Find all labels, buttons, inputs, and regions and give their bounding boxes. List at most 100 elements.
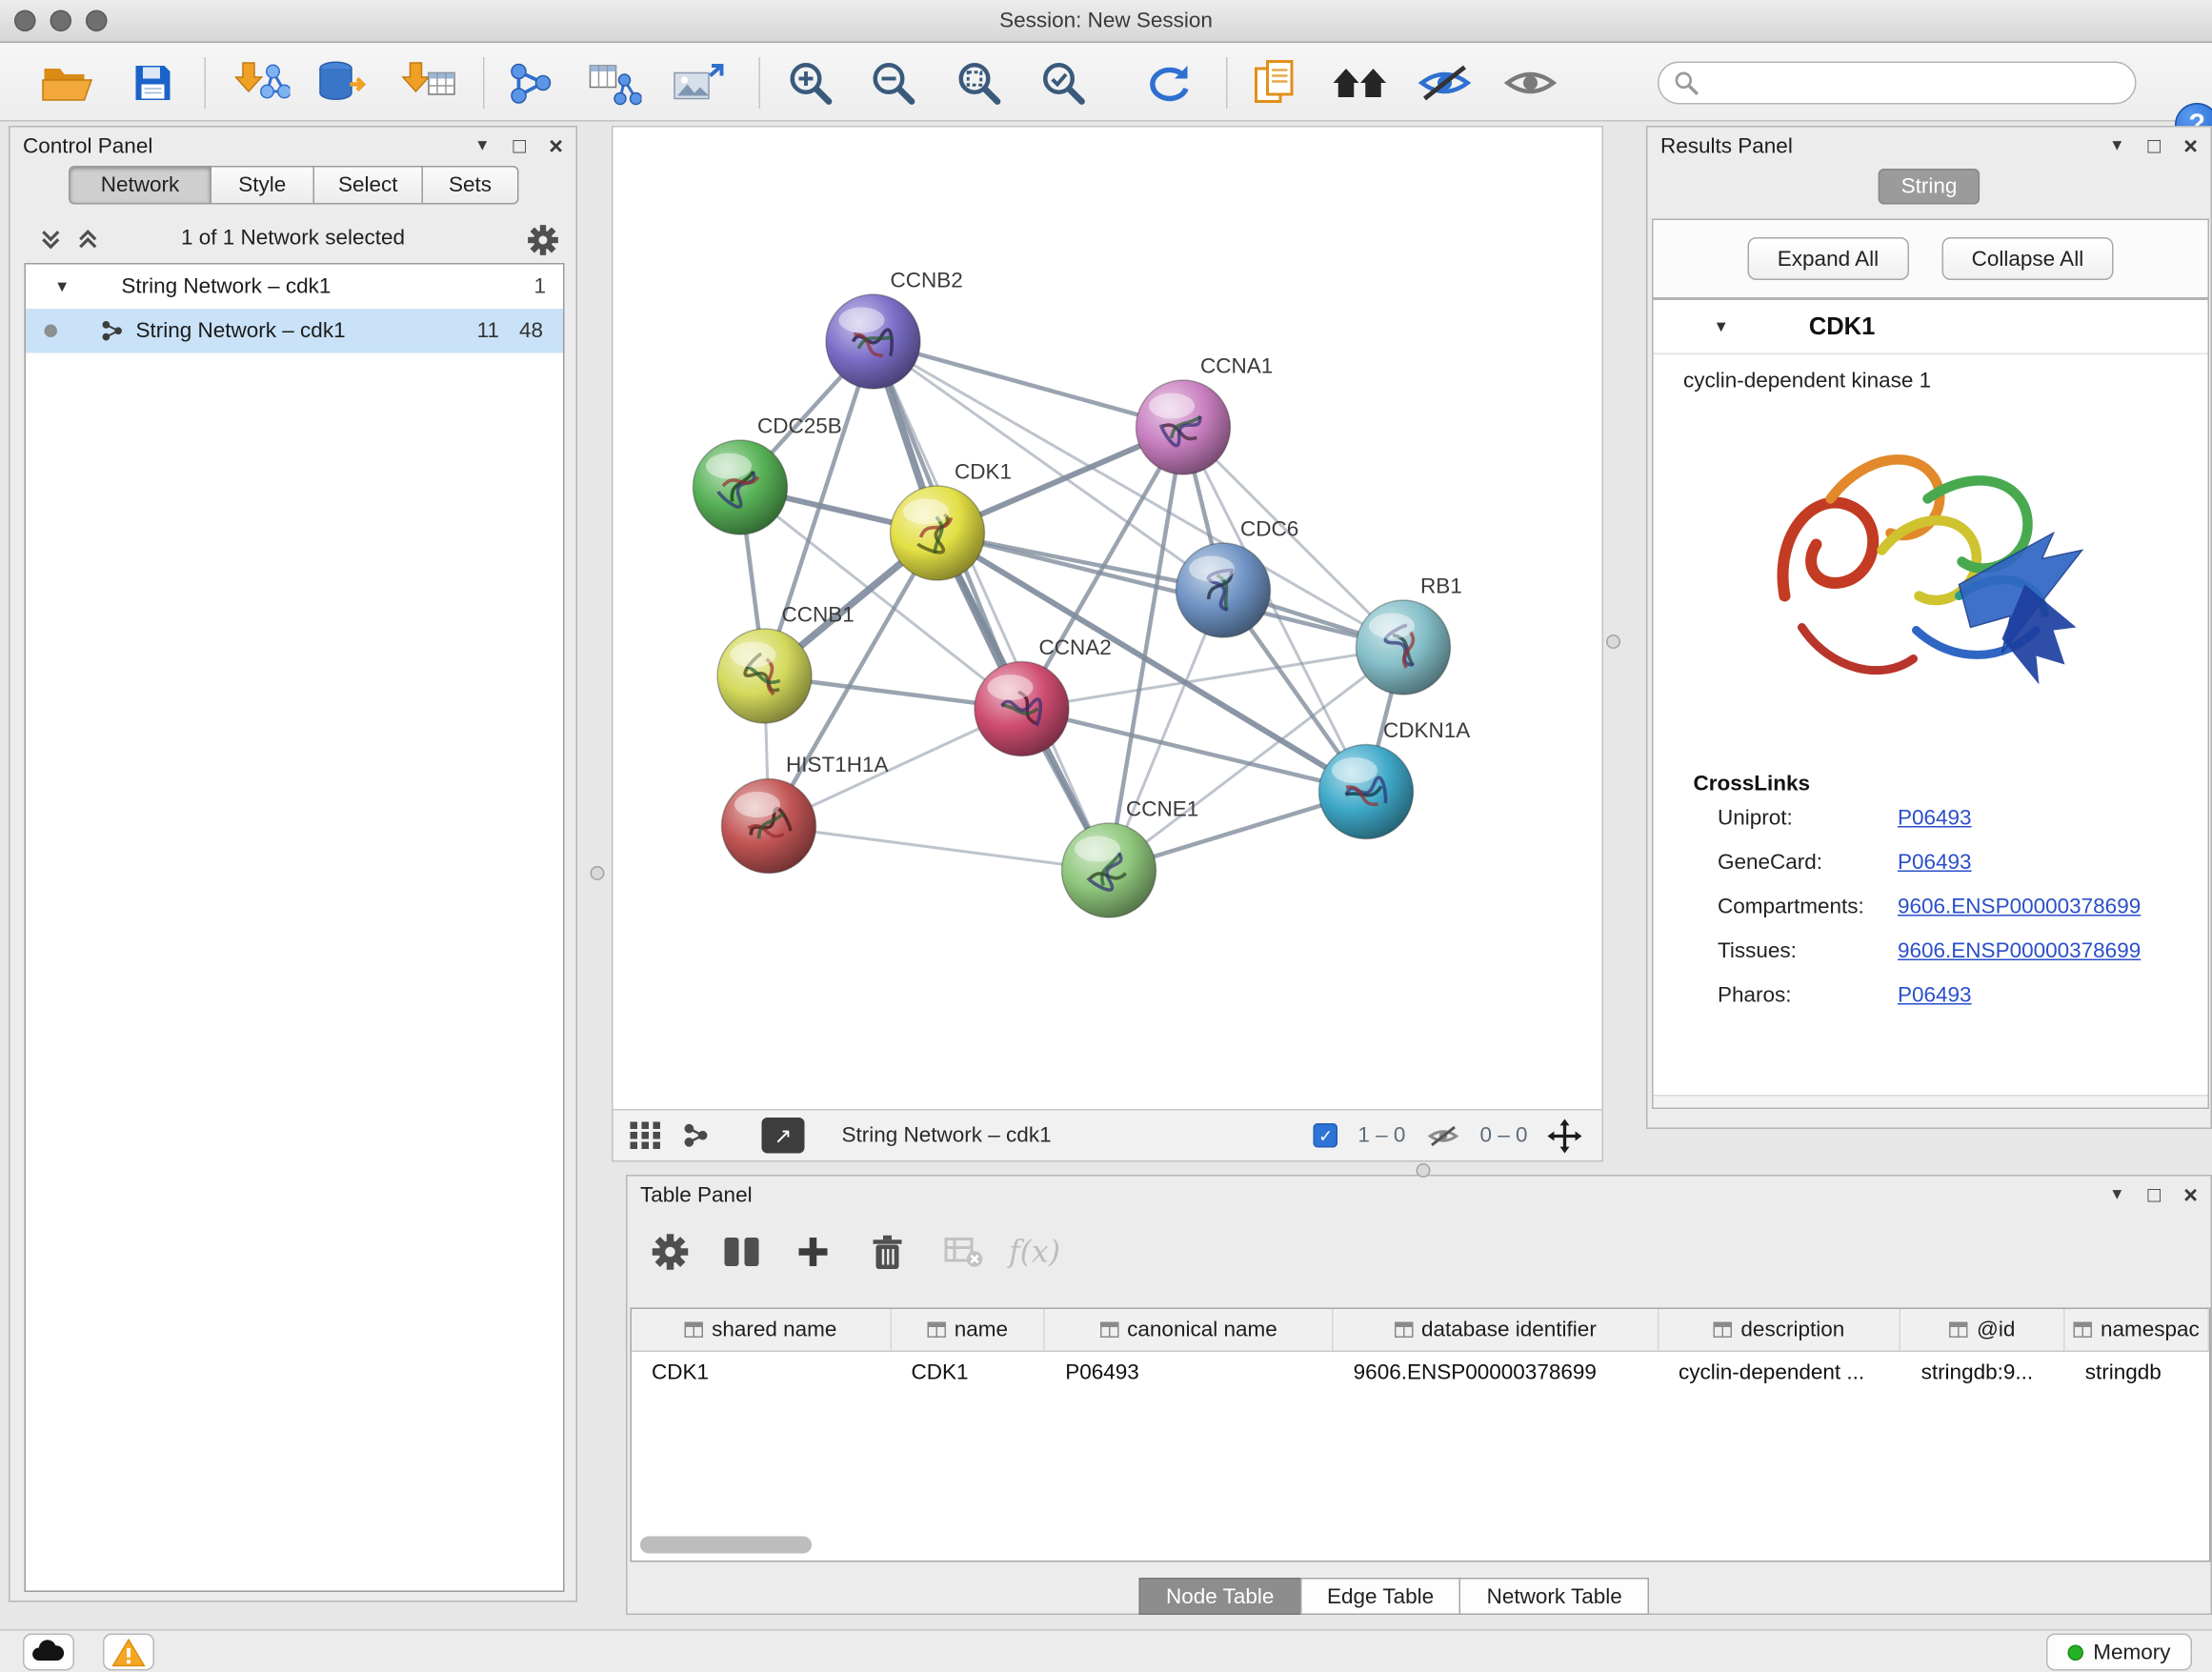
panel-menu-icon[interactable]: ▼: [474, 138, 490, 154]
tab-node-table[interactable]: Node Table: [1139, 1578, 1301, 1615]
table-cell[interactable]: CDK1: [632, 1360, 892, 1384]
network-edge[interactable]: [937, 534, 1403, 648]
network-node-cdk1[interactable]: [891, 486, 985, 580]
show-all-button[interactable]: [1499, 53, 1562, 113]
fx-icon: f(x): [1009, 1235, 1060, 1269]
network-row-selected[interactable]: String Network – cdk1 11 48: [26, 309, 563, 353]
panel-float-icon[interactable]: □: [2148, 135, 2162, 157]
import-network-from-database-button[interactable]: [312, 53, 374, 113]
memory-button[interactable]: Memory: [2046, 1634, 2192, 1671]
table-row[interactable]: CDK1CDK1P064939606.ENSP00000378699cyclin…: [632, 1352, 2209, 1392]
export-network-image-button[interactable]: [668, 53, 731, 113]
table-cell[interactable]: CDK1: [892, 1360, 1046, 1384]
pan-crosshair-icon[interactable]: [1548, 1118, 1582, 1153]
table-cell[interactable]: stringdb: [2065, 1360, 2209, 1384]
results-horizontal-scrollbar[interactable]: [1654, 1095, 2208, 1108]
panel-close-icon[interactable]: ×: [2183, 133, 2198, 158]
network-node-ccna2[interactable]: [975, 662, 1069, 756]
birds-eye-view-button[interactable]: ↗: [762, 1118, 805, 1154]
network-edge[interactable]: [874, 342, 1110, 871]
delete-column-button[interactable]: [859, 1225, 916, 1279]
left-splitter-handle[interactable]: [591, 866, 605, 880]
panel-close-icon[interactable]: ×: [2183, 1182, 2198, 1207]
network-node-cdc25b[interactable]: [694, 440, 788, 534]
open-session-button[interactable]: [36, 53, 99, 113]
table-cell[interactable]: stringdb:9...: [1901, 1360, 2065, 1384]
network-node-ccnb1[interactable]: [717, 629, 812, 723]
import-table-from-file-button[interactable]: [397, 53, 460, 113]
column-header-description[interactable]: description: [1659, 1309, 1901, 1351]
node-label-hist1h1a: HIST1H1A: [786, 753, 889, 776]
network-edge[interactable]: [874, 342, 1184, 428]
entry-caret-icon[interactable]: ▼: [1714, 318, 1729, 335]
expand-all-button[interactable]: Expand All: [1747, 237, 1908, 280]
results-tab-string[interactable]: String: [1879, 169, 1981, 205]
results-entry-header[interactable]: ▼ CDK1: [1654, 300, 2208, 354]
warnings-button[interactable]: [103, 1634, 154, 1671]
table-options-button[interactable]: [642, 1225, 699, 1279]
tab-sets[interactable]: Sets: [422, 166, 519, 205]
zoom-selected-button[interactable]: [1032, 53, 1095, 113]
network-select-icon[interactable]: [682, 1122, 711, 1150]
cloud-status-button[interactable]: [23, 1634, 74, 1671]
copy-style-button[interactable]: [1243, 53, 1306, 113]
network-node-rb1[interactable]: [1357, 600, 1451, 695]
network-from-table-button[interactable]: [583, 53, 646, 113]
network-node-ccne1[interactable]: [1062, 823, 1156, 917]
tab-network[interactable]: Network: [69, 166, 211, 205]
crosslink-link[interactable]: 9606.ENSP00000378699: [1898, 895, 2141, 919]
zoom-in-button[interactable]: [779, 53, 842, 113]
new-network-button[interactable]: [500, 53, 563, 113]
network-node-ccna1[interactable]: [1136, 380, 1231, 474]
column-header-database-identifier[interactable]: database identifier: [1334, 1309, 1659, 1351]
table-cell[interactable]: cyclin-dependent ...: [1659, 1360, 1901, 1384]
apply-layout-button[interactable]: [1137, 53, 1200, 113]
legend-creator-button[interactable]: [1329, 53, 1392, 113]
network-edge[interactable]: [769, 826, 1109, 871]
show-columns-button[interactable]: [714, 1225, 771, 1279]
zoom-out-button[interactable]: [862, 53, 925, 113]
crosslink-link[interactable]: P06493: [1898, 851, 1972, 876]
collapse-all-button[interactable]: Collapse All: [1941, 237, 2114, 280]
column-header--id[interactable]: @id: [1901, 1309, 2065, 1351]
crosslink-link[interactable]: P06493: [1898, 806, 1972, 831]
tree-caret-icon[interactable]: ▼: [54, 278, 70, 295]
bottom-splitter-handle[interactable]: [1417, 1163, 1431, 1178]
search-input[interactable]: [1708, 71, 2122, 94]
network-node-cdkn1a[interactable]: [1319, 745, 1414, 839]
table-header-row: shared namenamecanonical namedatabase id…: [632, 1309, 2209, 1352]
tab-network-table[interactable]: Network Table: [1459, 1578, 1649, 1615]
import-network-from-file-button[interactable]: [231, 53, 293, 113]
table-cell[interactable]: P06493: [1045, 1360, 1333, 1384]
network-node-ccnb2[interactable]: [826, 294, 920, 389]
zoom-fit-button[interactable]: [948, 53, 1011, 113]
panel-float-icon[interactable]: □: [2148, 1184, 2162, 1206]
hide-selected-button[interactable]: [1414, 53, 1477, 113]
grid-view-icon[interactable]: [631, 1122, 662, 1150]
column-header-namespac[interactable]: namespac: [2065, 1309, 2209, 1351]
gear-icon[interactable]: [528, 225, 559, 256]
column-header-shared-name[interactable]: shared name: [632, 1309, 892, 1351]
crosslink-link[interactable]: P06493: [1898, 983, 1972, 1008]
create-column-button[interactable]: [785, 1225, 842, 1279]
panel-menu-icon[interactable]: ▼: [2109, 1187, 2124, 1203]
tab-edge-table[interactable]: Edge Table: [1299, 1578, 1460, 1615]
tab-style[interactable]: Style: [211, 166, 315, 205]
panel-float-icon[interactable]: □: [513, 135, 527, 157]
network-node-cdc6[interactable]: [1176, 543, 1271, 637]
crosslink-link[interactable]: 9606.ENSP00000378699: [1898, 939, 2141, 964]
network-node-hist1h1a[interactable]: [722, 779, 816, 874]
save-session-button[interactable]: [122, 53, 185, 113]
selected-checkbox-icon[interactable]: ✓: [1314, 1123, 1338, 1148]
panel-menu-icon[interactable]: ▼: [2109, 138, 2124, 154]
panel-close-icon[interactable]: ×: [549, 133, 563, 158]
table-horizontal-scrollbar[interactable]: [640, 1537, 812, 1554]
search-box[interactable]: [1658, 62, 2137, 105]
tab-select[interactable]: Select: [313, 166, 424, 205]
network-collection-row[interactable]: ▼ String Network – cdk1 1: [26, 265, 563, 310]
column-header-name[interactable]: name: [892, 1309, 1046, 1351]
table-cell[interactable]: 9606.ENSP00000378699: [1334, 1360, 1659, 1384]
column-header-canonical-name[interactable]: canonical name: [1045, 1309, 1333, 1351]
right-splitter-handle[interactable]: [1606, 635, 1620, 649]
network-canvas[interactable]: CCNB2CCNA1CDC25BCDK1CDC6RB1CCNB1CCNA2CDK…: [613, 128, 1602, 1110]
